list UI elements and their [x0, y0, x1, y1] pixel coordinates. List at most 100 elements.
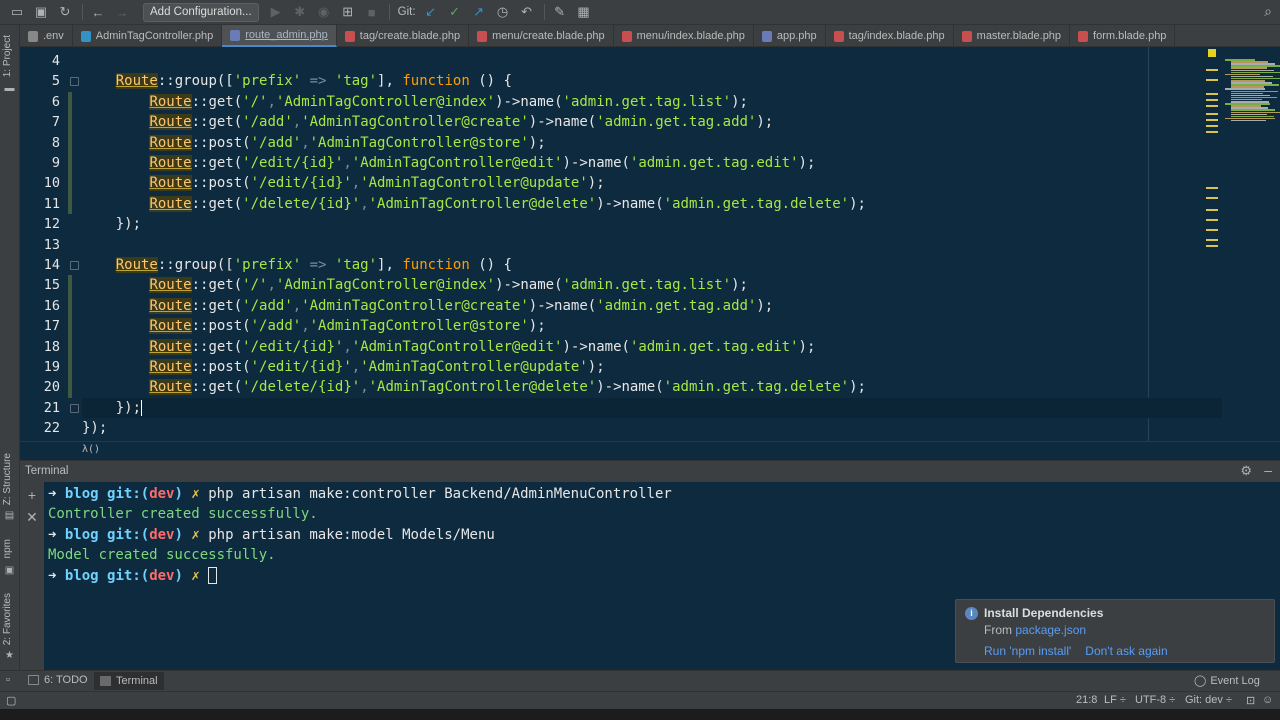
code-line[interactable]: });	[116, 214, 141, 234]
rollback-icon[interactable]: ↶	[516, 2, 538, 22]
code-area[interactable]: Route::group(['prefix' => 'tag'], functi…	[82, 47, 1222, 441]
line-number[interactable]: 8	[20, 133, 60, 153]
error-stripe[interactable]	[1206, 47, 1220, 441]
code-line[interactable]: Route::group(['prefix' => 'tag'], functi…	[115, 255, 512, 275]
git-push-icon[interactable]: ↗	[468, 2, 490, 22]
coverage-icon[interactable]: ◉	[313, 2, 335, 22]
scroll-marker[interactable]	[1206, 79, 1218, 81]
fold-marker-icon[interactable]	[70, 403, 79, 413]
line-number[interactable]: 22	[20, 418, 60, 438]
search-everywhere-icon[interactable]: ⌕	[1264, 3, 1272, 20]
scroll-marker[interactable]	[1206, 245, 1218, 247]
inspection-warning-icon[interactable]	[1208, 49, 1216, 57]
git-branch[interactable]: Git: dev ÷	[1185, 694, 1232, 706]
profile-icon[interactable]: ⊞	[337, 2, 359, 22]
terminal-tool-button[interactable]: Terminal	[94, 672, 164, 690]
tab-2[interactable]: route_admin.php	[222, 25, 337, 47]
line-number[interactable]: 9	[20, 153, 60, 173]
terminal-prompt-line[interactable]: ➜ blog git:(dev) ✗	[48, 566, 218, 586]
line-number[interactable]: 19	[20, 357, 60, 377]
project-tool-tab[interactable]: 1: Project	[2, 35, 13, 77]
npm-tool-tab[interactable]: npm	[2, 539, 13, 558]
open-folder-icon[interactable]: ▭	[6, 2, 28, 22]
history-icon[interactable]: ◷	[492, 2, 514, 22]
scroll-marker[interactable]	[1206, 239, 1218, 241]
line-number[interactable]: 10	[20, 173, 60, 193]
fold-marker-icon[interactable]	[70, 77, 79, 87]
inspector-icon[interactable]: ☺	[1262, 694, 1273, 706]
code-line[interactable]: });	[82, 397, 1222, 419]
line-number[interactable]: 13	[20, 235, 60, 255]
scroll-marker[interactable]	[1206, 105, 1218, 107]
vcs-change-marker[interactable]	[68, 91, 72, 215]
line-number[interactable]: 14	[20, 255, 60, 275]
run-npm-install-link[interactable]: Run 'npm install'	[984, 644, 1071, 658]
line-separator[interactable]: LF ÷	[1104, 694, 1126, 706]
favorites-tool-tab[interactable]: 2: Favorites	[2, 593, 13, 645]
forward-icon[interactable]: →	[111, 2, 133, 22]
back-icon[interactable]: ←	[87, 2, 109, 22]
scroll-marker[interactable]	[1206, 209, 1218, 211]
line-number[interactable]: 6	[20, 92, 60, 112]
dont-ask-again-link[interactable]: Don't ask again	[1085, 644, 1167, 658]
tab-7[interactable]: tag/index.blade.php	[826, 25, 954, 47]
scroll-marker[interactable]	[1206, 187, 1218, 189]
gear-icon[interactable]: ⚙	[1240, 463, 1252, 479]
scroll-marker[interactable]	[1206, 131, 1218, 133]
code-line[interactable]: Route::post('/edit/{id}','AdminTagContro…	[149, 173, 605, 193]
code-line[interactable]: Route::get('/','AdminTagController@index…	[149, 275, 748, 295]
run-icon[interactable]: ▶	[265, 2, 287, 22]
save-icon[interactable]: ▣	[30, 2, 52, 22]
package-json-link[interactable]: package.json	[1015, 623, 1086, 637]
event-log-button[interactable]: ◯ Event Log	[1194, 674, 1260, 688]
todo-tool-button[interactable]: 6: TODO	[28, 674, 88, 686]
line-number[interactable]: 17	[20, 316, 60, 336]
tab-1[interactable]: AdminTagController.php	[73, 25, 223, 47]
code-line[interactable]: Route::get('/edit/{id}','AdminTagControl…	[149, 153, 815, 173]
caret-position[interactable]: 21:8	[1076, 694, 1097, 706]
tab-8[interactable]: master.blade.php	[954, 25, 1071, 47]
project-structure-icon[interactable]: ▦	[573, 2, 595, 22]
code-line[interactable]: });	[82, 418, 107, 438]
stop-icon[interactable]: ■	[361, 2, 383, 22]
new-session-plus-icon[interactable]: +	[25, 488, 39, 502]
close-session-icon[interactable]: ✕	[25, 510, 39, 524]
scroll-marker[interactable]	[1206, 229, 1218, 231]
lock-icon[interactable]: ⊡	[1246, 694, 1255, 707]
minimize-icon[interactable]: –	[1264, 462, 1272, 478]
tab-3[interactable]: tag/create.blade.php	[337, 25, 470, 47]
code-line[interactable]: Route::post('/edit/{id}','AdminTagContro…	[149, 357, 605, 377]
status-layout-icon[interactable]: ▢	[6, 694, 16, 707]
code-line[interactable]: Route::get('/edit/{id}','AdminTagControl…	[149, 337, 815, 357]
vcs-change-marker[interactable]	[68, 275, 72, 398]
code-line[interactable]: Route::group(['prefix' => 'tag'], functi…	[115, 71, 512, 91]
tab-0[interactable]: .env	[20, 25, 73, 47]
code-editor[interactable]: 4 5 6 7 8 9 10 11 12 13 14 15 16 17 18 19 20 21 22 Route::…	[20, 47, 1280, 441]
scroll-marker[interactable]	[1206, 119, 1218, 121]
line-number[interactable]: 21	[20, 398, 60, 418]
tab-6[interactable]: app.php	[754, 25, 826, 47]
code-line[interactable]: Route::post('/add','AdminTagController@s…	[149, 316, 546, 336]
line-number[interactable]: 12	[20, 214, 60, 234]
line-number[interactable]: 16	[20, 296, 60, 316]
line-number[interactable]: 18	[20, 337, 60, 357]
debug-icon[interactable]: ✱	[289, 2, 311, 22]
tab-4[interactable]: menu/create.blade.php	[469, 25, 614, 47]
scroll-marker[interactable]	[1206, 125, 1218, 127]
scroll-marker[interactable]	[1206, 113, 1218, 115]
code-line[interactable]: Route::get('/delete/{id}','AdminTagContr…	[149, 194, 866, 214]
line-number[interactable]: 7	[20, 112, 60, 132]
file-encoding[interactable]: UTF-8 ÷	[1135, 694, 1175, 706]
scroll-marker[interactable]	[1206, 69, 1218, 71]
code-line[interactable]: Route::get('/delete/{id}','AdminTagContr…	[149, 377, 866, 397]
code-line[interactable]: Route::get('/add','AdminTagController@cr…	[149, 112, 773, 132]
layout-toggle-icon[interactable]: ▫	[6, 674, 10, 686]
line-number[interactable]: 5	[20, 71, 60, 91]
settings-wrench-icon[interactable]: ✎	[549, 2, 571, 22]
line-number[interactable]: 11	[20, 194, 60, 214]
structure-tool-tab[interactable]: Z: Structure	[2, 453, 13, 505]
add-configuration-button[interactable]: Add Configuration...	[143, 2, 259, 22]
code-line[interactable]: Route::get('/add','AdminTagController@cr…	[149, 296, 773, 316]
scroll-marker[interactable]	[1206, 99, 1218, 101]
fold-marker-icon[interactable]	[70, 261, 79, 270]
